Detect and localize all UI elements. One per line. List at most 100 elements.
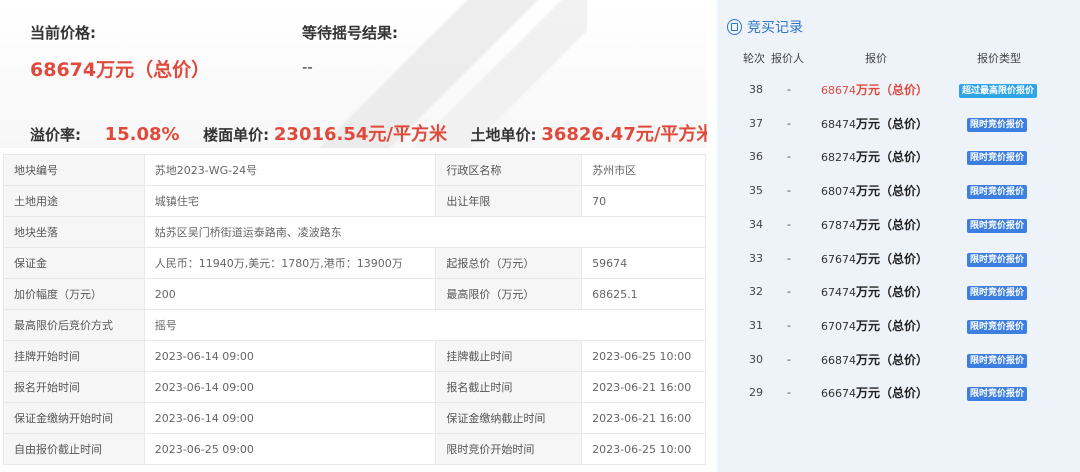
bid-price: 68274万元（总价） bbox=[821, 148, 928, 165]
info-value: 城镇住宅 bbox=[143, 185, 437, 217]
bid-bidder: - bbox=[787, 285, 791, 299]
current-price-value: 68674万元（总价） bbox=[30, 59, 211, 81]
floor-price-value: 23016.54元/平方米 bbox=[273, 124, 447, 145]
info-key: 报名开始时间 bbox=[3, 371, 145, 403]
floor-price-label: 楼面单价: bbox=[203, 126, 270, 144]
info-key: 报名截止时间 bbox=[435, 371, 583, 403]
bid-row: 32 - 67474万元（总价） 限时竞价报价 bbox=[717, 275, 1080, 308]
bid-amount: 66874 bbox=[821, 353, 856, 367]
bid-price: 66674万元（总价） bbox=[821, 384, 928, 401]
info-row: 挂牌开始时间 2023-06-14 09:00 挂牌截止时间 2023-06-25 1… bbox=[3, 340, 706, 372]
bid-record-title: 竞买记录 bbox=[747, 20, 803, 36]
info-value: 2023-06-21 16:00 bbox=[581, 402, 706, 434]
lottery-result-label: 等待摇号结果: bbox=[302, 24, 398, 42]
bid-price: 67474万元（总价） bbox=[821, 283, 928, 300]
bid-bidder: - bbox=[787, 184, 791, 198]
info-key: 地块编号 bbox=[3, 154, 145, 186]
bid-round: 35 bbox=[749, 184, 763, 198]
bid-row: 38 - 68674万元（总价） 超过最高限价报价 bbox=[717, 73, 1080, 106]
info-value: 苏地2023-WG-24号 bbox=[143, 154, 437, 186]
info-key: 出让年限 bbox=[435, 185, 583, 217]
info-value: 2023-06-14 09:00 bbox=[143, 340, 437, 372]
bid-row: 33 - 67674万元（总价） 限时竞价报价 bbox=[717, 242, 1080, 275]
bid-bidder: - bbox=[787, 251, 791, 265]
info-value: 200 bbox=[143, 278, 437, 310]
info-key: 加价幅度（万元） bbox=[3, 278, 145, 310]
price-summary-panel: 当前价格: 68674万元（总价） 等待摇号结果: -- 溢价率: 15.08%… bbox=[0, 0, 707, 148]
bid-amount: 67074 bbox=[821, 319, 856, 333]
bid-unit: 万元（总价） bbox=[856, 116, 929, 131]
info-row: 土地用途 城镇住宅 出让年限 70 bbox=[3, 185, 706, 217]
bid-round: 30 bbox=[749, 352, 763, 366]
bid-row: 34 - 67874万元（总价） 限时竞价报价 bbox=[717, 208, 1080, 241]
info-value: 2023-06-21 16:00 bbox=[581, 371, 706, 403]
bid-price: 67874万元（总价） bbox=[821, 216, 928, 233]
info-value: 2023-06-14 09:00 bbox=[143, 402, 437, 434]
premium-rate-value: 15.08% bbox=[104, 124, 180, 145]
bid-row: 37 - 68474万元（总价） 限时竞价报价 bbox=[717, 107, 1080, 140]
bid-price: 67074万元（总价） bbox=[821, 317, 928, 334]
info-value: 2023-06-14 09:00 bbox=[143, 371, 437, 403]
bid-price: 66874万元（总价） bbox=[821, 351, 928, 368]
bid-amount: 68274 bbox=[821, 151, 856, 165]
info-key: 挂牌截止时间 bbox=[435, 340, 583, 372]
info-key: 保证金 bbox=[3, 247, 145, 279]
bid-bidder: - bbox=[787, 386, 791, 400]
bid-row: 29 - 66674万元（总价） 限时竞价报价 bbox=[717, 376, 1080, 409]
bid-bidder: - bbox=[787, 150, 791, 164]
land-info-table: 地块编号 苏地2023-WG-24号 行政区名称 苏州市区 土地用途 城镇住宅 出让年限 70… bbox=[3, 154, 707, 465]
bid-unit: 万元（总价） bbox=[856, 83, 929, 97]
bid-price: 68474万元（总价） bbox=[821, 115, 928, 132]
bid-type-badge: 限时竞价报价 bbox=[967, 185, 1028, 200]
bid-round: 36 bbox=[749, 150, 763, 164]
info-key: 最高限价后竞价方式 bbox=[3, 309, 145, 341]
bid-type-badge: 限时竞价报价 bbox=[967, 387, 1028, 402]
info-row: 最高限价后竞价方式 摇号 bbox=[3, 309, 707, 341]
bid-type-badge: 限时竞价报价 bbox=[967, 252, 1028, 267]
info-key: 起报总价（万元） bbox=[435, 247, 583, 279]
bid-type-badge: 限时竞价报价 bbox=[967, 286, 1028, 301]
info-key: 保证金缴纳截止时间 bbox=[435, 402, 583, 434]
bid-bidder: - bbox=[787, 352, 791, 366]
bid-unit: 万元（总价） bbox=[856, 150, 929, 165]
info-key: 挂牌开始时间 bbox=[3, 340, 145, 372]
bid-round: 38 bbox=[749, 83, 763, 96]
bid-unit: 万元（总价） bbox=[856, 352, 929, 367]
col-header-round: 轮次 bbox=[743, 52, 765, 65]
bid-type-badge: 超过最高限价报价 bbox=[959, 84, 1038, 98]
bid-round: 34 bbox=[749, 217, 763, 231]
bid-amount: 66674 bbox=[821, 387, 856, 401]
info-value: 摇号 bbox=[143, 309, 707, 341]
info-row: 自由报价截止时间 2023-06-25 09:00 限时竞价开始时间 2023-06-… bbox=[3, 433, 706, 465]
land-price-label: 土地单价: bbox=[470, 126, 537, 144]
info-key: 行政区名称 bbox=[435, 154, 583, 186]
col-header-bidder: 报价人 bbox=[771, 52, 804, 65]
bid-unit: 万元（总价） bbox=[856, 184, 929, 199]
bid-amount: 67674 bbox=[821, 252, 856, 266]
info-row: 保证金 人民币：11940万,美元：1780万,港币：13900万 起报总价（万元）… bbox=[3, 247, 706, 279]
bid-unit: 万元（总价） bbox=[856, 318, 929, 333]
info-key: 地块坐落 bbox=[3, 216, 145, 248]
info-row: 保证金缴纳开始时间 2023-06-14 09:00 保证金缴纳截止时间 2023-0… bbox=[3, 402, 706, 434]
bid-type-badge: 限时竞价报价 bbox=[967, 353, 1028, 368]
info-key: 土地用途 bbox=[3, 185, 145, 217]
info-key: 保证金缴纳开始时间 bbox=[3, 402, 145, 434]
info-value: 2023-06-25 09:00 bbox=[143, 433, 437, 465]
bid-amount: 67874 bbox=[821, 218, 856, 232]
bid-price: 67674万元（总价） bbox=[821, 250, 928, 267]
bid-bidder: - bbox=[787, 318, 791, 332]
bid-price: 68674万元（总价） bbox=[821, 81, 928, 98]
info-row: 地块编号 苏地2023-WG-24号 行政区名称 苏州市区 bbox=[3, 154, 706, 186]
info-key: 限时竞价开始时间 bbox=[435, 433, 583, 465]
bid-round: 32 bbox=[749, 285, 763, 299]
bid-bidder: - bbox=[787, 116, 791, 130]
bid-record-header: 竞买记录 bbox=[727, 16, 803, 38]
bid-type-badge: 限时竞价报价 bbox=[967, 151, 1028, 166]
bid-round: 33 bbox=[749, 251, 763, 265]
info-row: 加价幅度（万元） 200 最高限价（万元） 68625.1 bbox=[3, 278, 706, 310]
info-value: 2023-06-25 10:00 bbox=[581, 340, 706, 372]
bid-row: 36 - 68274万元（总价） 限时竞价报价 bbox=[717, 140, 1080, 173]
bid-unit: 万元（总价） bbox=[856, 285, 929, 300]
info-key: 自由报价截止时间 bbox=[3, 433, 145, 465]
bid-row: 30 - 66874万元（总价） 限时竞价报价 bbox=[717, 343, 1080, 376]
